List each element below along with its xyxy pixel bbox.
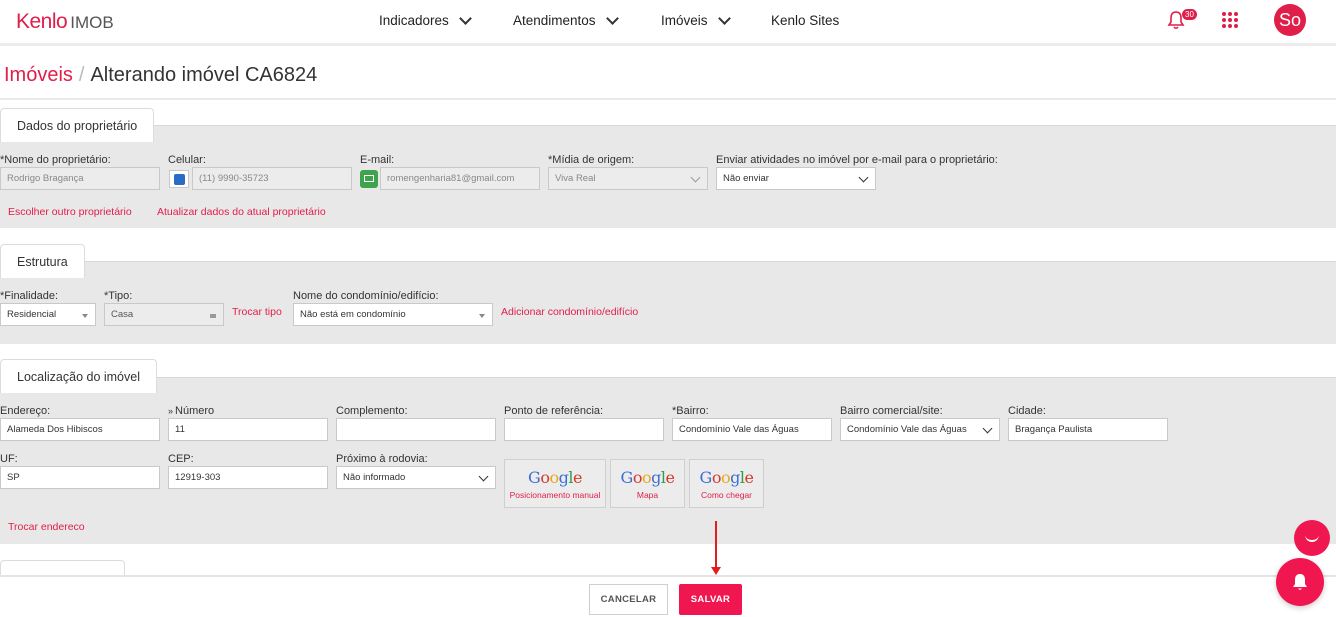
- highway-label: Próximo à rodovia:: [336, 453, 428, 465]
- phone-field[interactable]: (11) 9990-35723: [192, 167, 352, 190]
- email-label: E-mail:: [360, 154, 395, 166]
- page-title: Alterando imóvel CA6824: [90, 64, 318, 86]
- breadcrumb-separator: /: [78, 64, 85, 86]
- change-type-link[interactable]: Trocar tipo: [232, 306, 282, 318]
- complement-field[interactable]: [336, 418, 496, 441]
- google-maps-logo: Google: [699, 467, 754, 487]
- district-field[interactable]: Condomínio Vale das Águas: [672, 418, 832, 441]
- divider: [0, 98, 1336, 100]
- double-chevron-down-icon[interactable]: »: [168, 406, 173, 416]
- uf-field[interactable]: SP: [0, 466, 160, 489]
- nav-kenlo-sites[interactable]: Kenlo Sites: [771, 13, 839, 28]
- breadcrumb: Imóveis / Alterando imóvel CA6824: [4, 64, 317, 87]
- change-address-link[interactable]: Trocar endereco: [8, 521, 85, 533]
- google-directions-button[interactable]: Google Como chegar: [689, 459, 764, 508]
- type-label: *Tipo:: [104, 290, 133, 302]
- email-field[interactable]: romengenharia81@gmail.com: [380, 167, 540, 190]
- address-field[interactable]: Alameda Dos Hibiscos: [0, 418, 160, 441]
- number-field[interactable]: 11: [168, 418, 328, 441]
- save-button[interactable]: SALVAR: [679, 584, 742, 615]
- city-field[interactable]: Bragança Paulista: [1008, 418, 1168, 441]
- highway-select[interactable]: Não informado: [336, 466, 496, 489]
- google-manual-position-button[interactable]: Google Posicionamento manual: [504, 459, 606, 508]
- commercial-district-select[interactable]: Condomínio Vale das Águas: [840, 418, 1000, 441]
- annotation-arrow: [715, 521, 717, 569]
- owner-name-label: *Nome do proprietário:: [0, 154, 111, 166]
- chevron-down-icon: [605, 11, 619, 25]
- floating-notifications-button[interactable]: [1276, 558, 1324, 606]
- chevron-down-icon: [717, 11, 731, 25]
- add-condo-link[interactable]: Adicionar condomínio/edifício: [501, 306, 638, 318]
- media-origin-label: *Mídia de origem:: [548, 154, 635, 166]
- send-activities-label: Enviar atividades no imóvel por e-mail p…: [716, 154, 998, 166]
- footer-bar: [0, 575, 1336, 617]
- nav-atendimentos[interactable]: Atendimentos: [513, 11, 619, 28]
- cep-field[interactable]: 12919-303: [168, 466, 328, 489]
- choose-other-owner-link[interactable]: Escolher outro proprietário: [8, 206, 132, 218]
- section-tab-location: Localização do imóvel: [0, 359, 157, 393]
- cancel-button[interactable]: CANCELAR: [589, 584, 668, 615]
- top-navbar: Kenlo IMOB Indicadores Atendimentos Imóve…: [0, 0, 1336, 46]
- cep-label: CEP:: [168, 453, 194, 465]
- condo-select[interactable]: Não está em condomínio: [293, 303, 493, 326]
- apps-grid-icon[interactable]: [1222, 12, 1238, 28]
- section-tab-structure: Estrutura: [0, 244, 85, 278]
- breadcrumb-imoveis-link[interactable]: Imóveis: [4, 64, 73, 87]
- purpose-select[interactable]: Residencial: [0, 303, 96, 326]
- email-icon: [360, 170, 378, 188]
- phone-type-dropdown[interactable]: [169, 170, 189, 188]
- update-owner-link[interactable]: Atualizar dados do atual proprietário: [157, 206, 326, 218]
- avatar[interactable]: So: [1274, 4, 1306, 36]
- district-label: *Bairro:: [672, 405, 709, 417]
- notifications-badge: 30: [1182, 9, 1197, 20]
- address-label: Endereço:: [0, 405, 51, 417]
- owner-name-field[interactable]: Rodrigo Bragança: [0, 167, 160, 190]
- bell-icon: [1293, 574, 1307, 590]
- google-maps-logo: Google: [620, 467, 675, 487]
- google-maps-logo: Google: [528, 467, 582, 487]
- city-label: Cidade:: [1008, 405, 1046, 417]
- send-activities-select[interactable]: Não enviar: [716, 167, 876, 190]
- commercial-district-label: Bairro comercial/site:: [840, 405, 943, 417]
- google-map-button[interactable]: Google Mapa: [610, 459, 685, 508]
- nav-indicadores[interactable]: Indicadores: [379, 11, 472, 28]
- phone-icon: [173, 173, 185, 185]
- reference-label: Ponto de referência:: [504, 405, 604, 417]
- section-tab-next-partial: [0, 560, 125, 576]
- uf-label: UF:: [0, 453, 18, 465]
- reference-field[interactable]: [504, 418, 664, 441]
- chevron-down-icon: [458, 11, 472, 25]
- chat-icon[interactable]: [1294, 520, 1330, 556]
- section-tab-owner: Dados do proprietário: [0, 108, 155, 142]
- phone-label: Celular:: [168, 154, 206, 166]
- media-origin-select[interactable]: Viva Real: [548, 167, 708, 190]
- kenlo-logo[interactable]: Kenlo IMOB: [16, 10, 114, 34]
- number-label: » Número: [168, 405, 215, 417]
- nav-imoveis[interactable]: Imóveis: [661, 11, 731, 28]
- type-select[interactable]: Casa: [104, 303, 224, 326]
- complement-label: Complemento:: [336, 405, 408, 417]
- condo-label: Nome do condomínio/edifício:: [293, 290, 439, 302]
- annotation-arrow-head: [711, 567, 721, 575]
- purpose-label: *Finalidade:: [0, 290, 59, 302]
